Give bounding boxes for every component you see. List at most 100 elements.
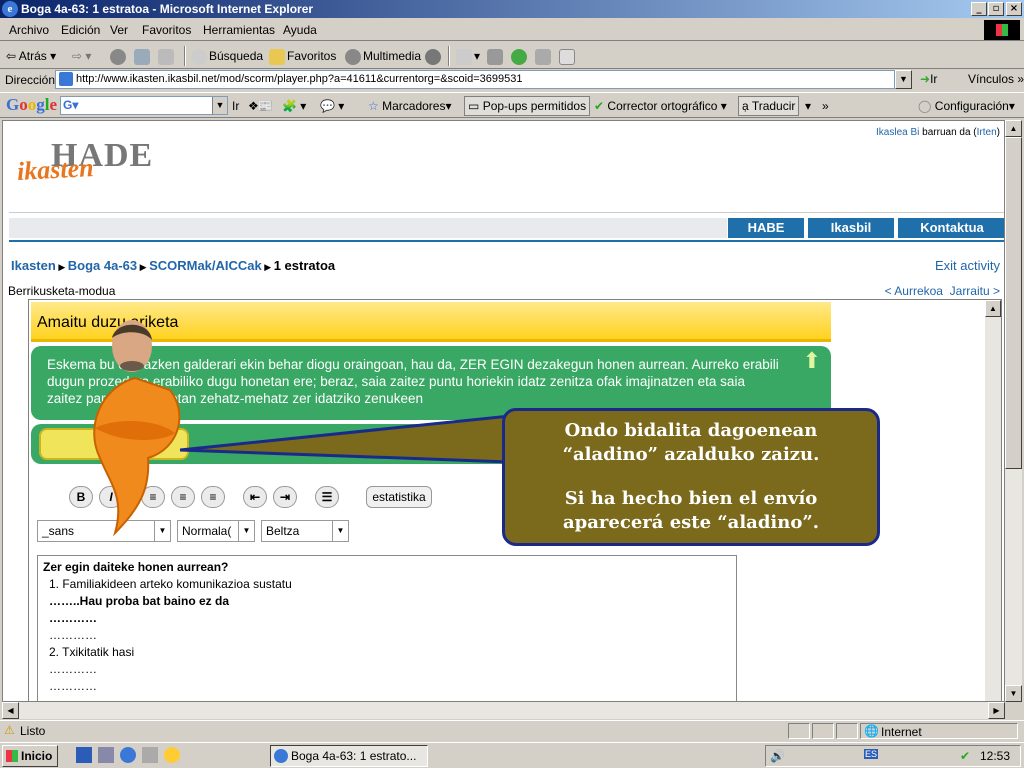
security-icon[interactable]: ✔ xyxy=(960,749,970,763)
explorer-icon[interactable] xyxy=(142,747,158,763)
address-bar: Dirección http://www.ikasten.ikasbil.net… xyxy=(0,70,1024,90)
back-button[interactable]: ⇦ Atrás ▾ xyxy=(6,46,56,66)
horizontal-scrollbar[interactable]: ◀ ▶ xyxy=(2,702,1005,719)
stop-button[interactable] xyxy=(110,46,128,66)
toolbar: ⇦ Atrás ▾ ⇨ ▾ Búsqueda Favoritos Multime… xyxy=(0,42,1024,69)
more-chevron-icon[interactable]: » xyxy=(822,97,829,115)
tab-ikasbil[interactable]: Ikasbil xyxy=(808,218,894,238)
start-button[interactable]: Inicio xyxy=(2,745,58,767)
logout-link[interactable]: Irten xyxy=(977,127,997,138)
links-button[interactable]: Vínculos » xyxy=(968,72,1024,86)
tab-habe[interactable]: HABE xyxy=(728,218,804,238)
menu-ver[interactable]: Ver xyxy=(110,23,128,37)
media-button[interactable]: Multimedia xyxy=(345,46,421,66)
settings-button[interactable]: ◯ Configuración▾ xyxy=(918,97,1015,115)
google-toolbar: Google G▾ ▼ Ir ❖ 📰 🧩 ▾ 💬 ▾ ☆ Marcadores▾… xyxy=(0,92,1024,118)
translate-dropdown[interactable]: ▾ xyxy=(805,97,811,115)
minimize-button[interactable]: _ xyxy=(971,2,987,16)
google-chat-icon[interactable]: 💬 ▾ xyxy=(320,97,344,115)
word-icon[interactable] xyxy=(76,747,92,763)
text-editor[interactable]: Zer egin daiteke honen aurrean? 1. Famil… xyxy=(37,555,737,701)
scroll-right-button[interactable]: ▶ xyxy=(988,702,1005,719)
research-button[interactable] xyxy=(559,46,577,66)
search-button[interactable]: Búsqueda xyxy=(191,46,263,66)
indent-icon[interactable]: ⇥ xyxy=(273,486,297,508)
spellcheck-button[interactable]: ✔ Corrector ortográfico ▾ xyxy=(594,97,727,115)
desktop-icon[interactable] xyxy=(98,747,114,763)
breadcrumb-ikasten[interactable]: Ikasten xyxy=(11,258,56,273)
tab-kontaktua[interactable]: Kontaktua xyxy=(898,218,1004,238)
vertical-scrollbar[interactable]: ▲ ▼ xyxy=(1005,120,1022,702)
outdent-icon[interactable]: ⇤ xyxy=(243,486,267,508)
google-news-icon[interactable]: 📰 xyxy=(258,97,273,115)
window-title: Boga 4a-63: 1 estratoa - Microsoft Inter… xyxy=(21,2,314,16)
settings-label: Configuración xyxy=(934,99,1009,113)
refresh-icon xyxy=(134,48,150,65)
breadcrumb-scorm[interactable]: SCORMak/AICCak xyxy=(149,258,262,273)
align-right-icon[interactable]: ≡ xyxy=(201,486,225,508)
translate-button[interactable]: ạ Traducir xyxy=(738,96,800,116)
scroll-up-button[interactable]: ▲ xyxy=(1005,120,1022,137)
mail-button[interactable]: ▾ xyxy=(456,46,480,66)
inner-scrollbar[interactable]: ▲ xyxy=(985,300,1001,701)
help-callout: Ondo bidalita dagoenean “aladino” azaldu… xyxy=(180,290,880,546)
scroll-up-button[interactable]: ▲ xyxy=(985,300,1001,317)
globe-icon: 🌐 xyxy=(864,724,879,738)
menu-ayuda[interactable]: Ayuda xyxy=(283,23,317,37)
user-name-link[interactable]: Ikaslea Bi xyxy=(876,127,919,138)
forward-button[interactable]: ⇨ ▾ xyxy=(72,46,91,66)
volume-icon[interactable]: 🔊 xyxy=(770,749,785,763)
ie-icon: e xyxy=(2,1,18,17)
close-button[interactable]: × xyxy=(1006,2,1022,16)
start-label: Inicio xyxy=(21,749,53,763)
media-player-icon[interactable] xyxy=(164,747,180,763)
maximize-button[interactable]: ▫ xyxy=(988,2,1004,16)
popups-button[interactable]: ▭ Pop-ups permitidos xyxy=(464,96,591,116)
scroll-left-button[interactable]: ◀ xyxy=(2,702,19,719)
taskbar-ie-window[interactable]: Boga 4a-63: 1 estrato... xyxy=(270,745,428,767)
ie-quicklaunch-icon[interactable] xyxy=(120,747,136,763)
editor-line: ………… xyxy=(49,679,97,693)
scroll-down-button[interactable]: ▼ xyxy=(1005,685,1022,702)
home-button[interactable] xyxy=(158,46,176,66)
google-search-input[interactable]: G▾ ▼ xyxy=(60,96,228,115)
scroll-thumb[interactable] xyxy=(1005,137,1022,469)
refresh-button[interactable] xyxy=(134,46,152,66)
history-button[interactable] xyxy=(425,46,443,66)
exit-activity-link[interactable]: Exit activity xyxy=(935,258,1000,273)
address-label: Dirección xyxy=(5,73,56,87)
print-button[interactable] xyxy=(487,46,505,66)
favorites-button[interactable]: Favoritos xyxy=(269,46,336,66)
bookmarks-button[interactable]: ☆ Marcadores▾ xyxy=(368,97,452,115)
address-input[interactable]: http://www.ikasten.ikasbil.net/mod/scorm… xyxy=(55,70,895,89)
favorites-label: Favoritos xyxy=(287,49,337,63)
menu-herramientas[interactable]: Herramientas xyxy=(203,23,275,37)
windows-logo-icon xyxy=(984,20,1020,40)
color-select[interactable]: Beltza ▼ xyxy=(261,520,349,542)
breadcrumb-course[interactable]: Boga 4a-63 xyxy=(68,258,137,273)
google-logo: Google xyxy=(6,95,58,114)
address-dropdown-button[interactable]: ▼ xyxy=(895,70,912,89)
menu-archivo[interactable]: Archivo xyxy=(9,23,49,37)
go-label: Ir xyxy=(930,72,938,86)
google-go-button[interactable]: Ir xyxy=(232,97,239,115)
taskbar: Inicio Boga 4a-63: 1 estrato... 🔊 ES ✔ 1… xyxy=(0,742,1024,768)
go-button[interactable]: ➜Ir xyxy=(920,72,937,86)
google-puzzle-icon[interactable]: 🧩 ▾ xyxy=(282,97,306,115)
messenger-button[interactable] xyxy=(511,46,529,66)
edit-button[interactable] xyxy=(535,46,553,66)
bullet-list-icon[interactable]: ☰ xyxy=(315,486,339,508)
google-search-dropdown[interactable]: ▼ xyxy=(212,97,227,114)
menu-edicion[interactable]: Edición xyxy=(61,23,100,37)
next-link[interactable]: Jarraitu > xyxy=(950,284,1000,298)
ikasten-logo[interactable]: ikasten xyxy=(16,153,94,187)
home-icon xyxy=(158,48,174,65)
messenger-icon xyxy=(511,48,527,65)
language-icon[interactable]: ES xyxy=(864,749,879,759)
links-label: Vínculos xyxy=(968,72,1015,86)
notepad-icon xyxy=(559,48,575,65)
translate-label: Traducir xyxy=(751,99,796,113)
prev-link[interactable]: < Aurrekoa xyxy=(885,284,943,298)
statistics-button[interactable]: estatistika xyxy=(366,486,432,508)
menu-favoritos[interactable]: Favoritos xyxy=(142,23,191,37)
